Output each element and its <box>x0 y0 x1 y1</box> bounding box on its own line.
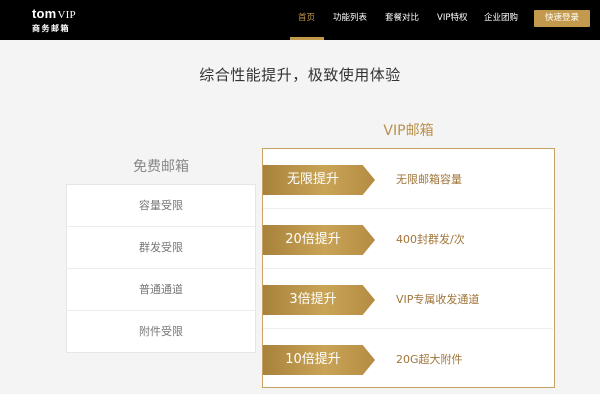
free-mailbox-title: 免费邮箱 <box>133 159 189 175</box>
vip-feature-desc: VIP专属收发通道 <box>396 293 480 306</box>
nav-plan-compare[interactable]: 套餐对比 <box>385 0 419 40</box>
vip-mailbox-title: VIP邮箱 <box>383 123 434 139</box>
nav-features[interactable]: 功能列表 <box>333 0 367 40</box>
vip-feature-row: 20倍提升 400封群发/次 <box>263 209 553 269</box>
active-nav-indicator <box>290 37 324 40</box>
free-feature-bulk-send: 群发受限 <box>67 227 255 269</box>
free-feature-capacity: 容量受限 <box>67 185 255 227</box>
nav-enterprise-group-buy[interactable]: 企业团购 <box>484 0 518 40</box>
vip-improvement-badge: 3倍提升 <box>263 285 375 315</box>
vip-feature-desc: 20G超大附件 <box>396 353 463 366</box>
vip-feature-desc: 400封群发/次 <box>396 233 465 246</box>
free-feature-channel: 普通通道 <box>67 269 255 311</box>
tom-vip-logo[interactable]: tomVIP 商务邮箱 <box>32 7 76 34</box>
top-header: tomVIP 商务邮箱 首页 功能列表 套餐对比 VIP特权 企业团购 快速登录 <box>0 0 600 40</box>
logo-subtitle: 商务邮箱 <box>32 24 70 33</box>
page-headline: 综合性能提升，极致使用体验 <box>199 66 401 84</box>
vip-feature-row: 10倍提升 20G超大附件 <box>263 329 553 389</box>
vip-mailbox-card: 无限提升 无限邮箱容量 20倍提升 400封群发/次 3倍提升 VIP专属收发通… <box>262 148 555 388</box>
vip-improvement-badge: 10倍提升 <box>263 345 375 375</box>
nav-home[interactable]: 首页 <box>298 0 315 40</box>
quick-login-button[interactable]: 快速登录 <box>534 10 590 27</box>
vip-feature-row: 3倍提升 VIP专属收发通道 <box>263 269 553 329</box>
vip-feature-desc: 无限邮箱容量 <box>396 173 462 186</box>
vip-improvement-badge: 无限提升 <box>263 165 375 195</box>
logo-tom-text: tom <box>32 6 57 21</box>
vip-feature-row: 无限提升 无限邮箱容量 <box>263 149 553 209</box>
nav-vip-privileges[interactable]: VIP特权 <box>437 0 467 40</box>
logo-wordmark: tomVIP <box>32 7 76 22</box>
free-feature-attachment: 附件受限 <box>139 325 183 338</box>
logo-vip-text: VIP <box>57 9 76 21</box>
free-mailbox-card: 容量受限 群发受限 普通通道 附件受限 <box>66 184 256 353</box>
vip-improvement-badge: 20倍提升 <box>263 225 375 255</box>
